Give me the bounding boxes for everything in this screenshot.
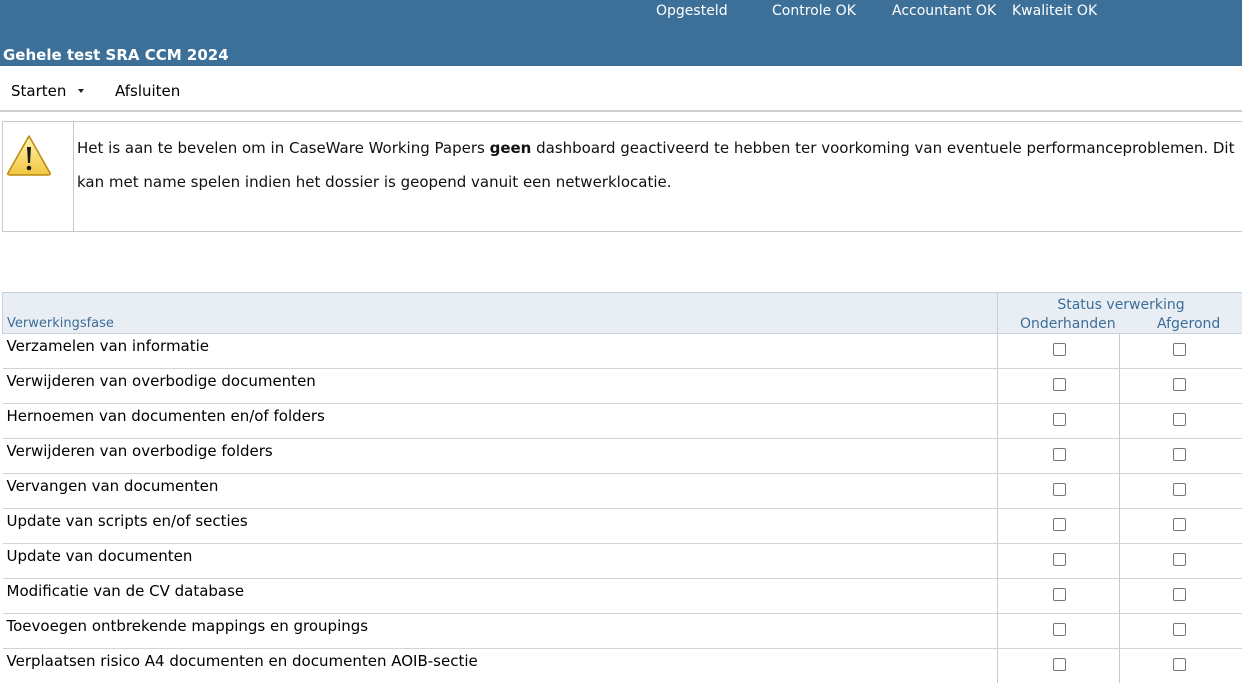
warning-icon-cell (3, 122, 74, 231)
afgerond-cell (1119, 473, 1242, 509)
header-banner: Opgesteld Controle OK Accountant OK Kwal… (0, 0, 1242, 66)
afgerond-cell (1119, 508, 1242, 544)
warning-triangle-icon (7, 135, 51, 176)
onderhanden-cell (997, 578, 1120, 614)
afgerond-cell (1119, 368, 1242, 404)
onderhanden-checkbox[interactable] (1053, 483, 1066, 496)
status-header-label: Status verwerking (1057, 297, 1185, 313)
afgerond-checkbox[interactable] (1173, 518, 1186, 531)
chevron-down-icon (78, 88, 85, 93)
onderhanden-cell (997, 368, 1120, 404)
phase-label: Update van scripts en/of secties (2, 508, 998, 544)
onderhanden-cell (997, 473, 1120, 509)
menu-starten[interactable]: Starten (11, 82, 85, 100)
onderhanden-cell (997, 333, 1120, 369)
afgerond-header-label: Afgerond (1157, 316, 1221, 332)
menu-starten-label: Starten (11, 82, 67, 100)
phase-label: Vervangen van documenten (2, 473, 998, 509)
afgerond-cell (1119, 648, 1242, 683)
table-row: Verwijderen van overbodige documenten (2, 368, 1242, 404)
afgerond-checkbox[interactable] (1173, 553, 1186, 566)
phase-label: Verplaatsen risico A4 documenten en docu… (2, 648, 998, 683)
status-column-header: Status verwerking Onderhanden Afgerond (997, 292, 1242, 334)
onderhanden-cell (997, 508, 1120, 544)
onderhanden-cell (997, 613, 1120, 649)
onderhanden-checkbox[interactable] (1053, 588, 1066, 601)
menu-bar: Starten Afsluiten (0, 66, 1242, 112)
afgerond-checkbox[interactable] (1173, 588, 1186, 601)
afgerond-checkbox[interactable] (1173, 658, 1186, 671)
afgerond-checkbox[interactable] (1173, 448, 1186, 461)
status-link-opgesteld[interactable]: Opgesteld (656, 3, 728, 19)
afgerond-cell (1119, 613, 1242, 649)
afgerond-checkbox[interactable] (1173, 378, 1186, 391)
warning-message: Het is aan te bevelen om in CaseWare Wor… (77, 131, 1242, 199)
afgerond-cell (1119, 403, 1242, 439)
phase-label: Verwijderen van overbodige folders (2, 438, 998, 474)
warning-text-before: Het is aan te bevelen om in CaseWare Wor… (77, 139, 490, 157)
afgerond-cell (1119, 578, 1242, 614)
process-table: Verwerkingsfase Status verwerking Onderh… (2, 292, 1242, 683)
onderhanden-checkbox[interactable] (1053, 413, 1066, 426)
phase-label: Hernoemen van documenten en/of folders (2, 403, 998, 439)
status-link-kwaliteit-ok[interactable]: Kwaliteit OK (1012, 3, 1097, 19)
afgerond-cell (1119, 438, 1242, 474)
afgerond-cell (1119, 333, 1242, 369)
onderhanden-cell (997, 438, 1120, 474)
table-row: Update van scripts en/of secties (2, 508, 1242, 544)
warning-box: Het is aan te bevelen om in CaseWare Wor… (2, 121, 1242, 232)
status-link-controle-ok[interactable]: Controle OK (772, 3, 856, 19)
table-row: Verplaatsen risico A4 documenten en docu… (2, 648, 1242, 683)
onderhanden-cell (997, 543, 1120, 579)
page: Opgesteld Controle OK Accountant OK Kwal… (0, 0, 1242, 683)
phase-label: Modificatie van de CV database (2, 578, 998, 614)
warning-text-bold: geen (489, 139, 532, 157)
afgerond-checkbox[interactable] (1173, 413, 1186, 426)
phase-header-label: Verwerkingsfase (7, 316, 114, 331)
phase-column-header: Verwerkingsfase (2, 292, 998, 334)
table-row: Update van documenten (2, 543, 1242, 579)
phase-label: Update van documenten (2, 543, 998, 579)
onderhanden-checkbox[interactable] (1053, 623, 1066, 636)
table-row: Vervangen van documenten (2, 473, 1242, 509)
onderhanden-checkbox[interactable] (1053, 378, 1066, 391)
table-row: Toevoegen ontbrekende mappings en groupi… (2, 613, 1242, 649)
onderhanden-header-label: Onderhanden (1020, 316, 1116, 332)
table-row: Modificatie van de CV database (2, 578, 1242, 614)
phase-label: Verzamelen van informatie (2, 333, 998, 369)
afgerond-checkbox[interactable] (1173, 483, 1186, 496)
onderhanden-checkbox[interactable] (1053, 518, 1066, 531)
onderhanden-cell (997, 403, 1120, 439)
table-row: Verzamelen van informatie (2, 333, 1242, 369)
afgerond-checkbox[interactable] (1173, 623, 1186, 636)
document-title: Gehele test SRA CCM 2024 (3, 46, 229, 64)
onderhanden-cell (997, 648, 1120, 683)
phase-label: Toevoegen ontbrekende mappings en groupi… (2, 613, 998, 649)
afgerond-checkbox[interactable] (1173, 343, 1186, 356)
table-header-row: Verwerkingsfase Status verwerking Onderh… (2, 292, 1242, 334)
table-body: Verzamelen van informatie Verwijderen van… (2, 333, 1242, 683)
onderhanden-checkbox[interactable] (1053, 343, 1066, 356)
phase-label: Verwijderen van overbodige documenten (2, 368, 998, 404)
table-row: Hernoemen van documenten en/of folders (2, 403, 1242, 439)
onderhanden-checkbox[interactable] (1053, 658, 1066, 671)
menu-afsluiten[interactable]: Afsluiten (115, 82, 180, 100)
table-row: Verwijderen van overbodige folders (2, 438, 1242, 474)
onderhanden-checkbox[interactable] (1053, 553, 1066, 566)
onderhanden-checkbox[interactable] (1053, 448, 1066, 461)
afgerond-cell (1119, 543, 1242, 579)
status-link-accountant-ok[interactable]: Accountant OK (892, 3, 996, 19)
